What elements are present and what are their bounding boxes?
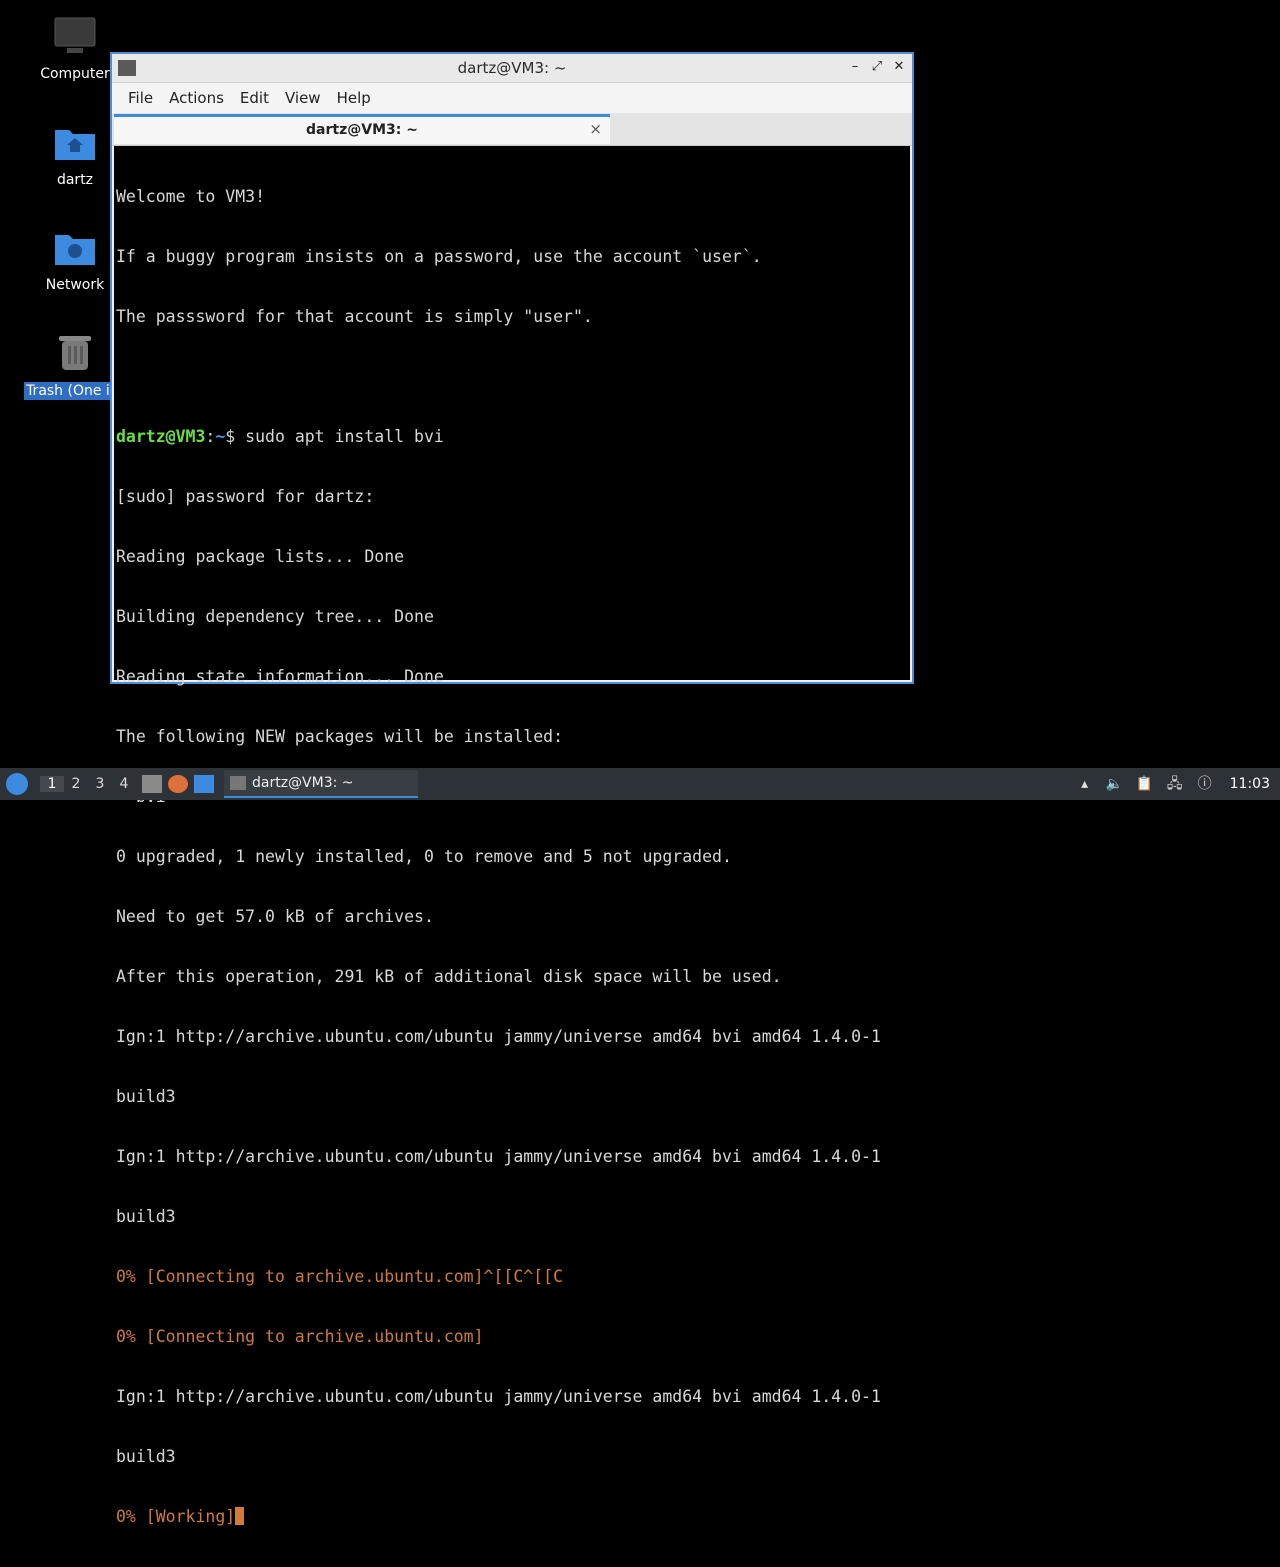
terminal-line: Building dependency tree... Done (116, 607, 434, 626)
menu-file[interactable]: File (120, 89, 161, 107)
terminal-window: dartz@VM3: ~ – ⤢ ✕ File Actions Edit Vie… (110, 52, 914, 1526)
clock[interactable]: 11:03 (1230, 776, 1270, 792)
close-icon[interactable]: ✕ (890, 58, 908, 76)
progress-line: 0% [Connecting to archive.ubuntu.com]^[[… (116, 1267, 564, 1286)
volume-icon[interactable]: 🔈 (1106, 775, 1124, 793)
prompt-path: ~ (215, 427, 226, 446)
terminal-line: Ign:1 http://archive.ubuntu.com/ubuntu j… (116, 1147, 881, 1166)
terminal-line: Reading package lists... Done (116, 547, 405, 566)
terminal-task-icon (230, 776, 246, 790)
terminal-line: build3 (116, 1447, 176, 1466)
progress-working: 0% [Working] (116, 1507, 236, 1526)
taskbar-task-terminal[interactable]: dartz@VM3: ~ (224, 770, 418, 798)
terminal-line: Need to get 57.0 kB of archives. (116, 907, 434, 926)
progress-working-line: 0% [Working] (116, 1507, 910, 1527)
menu-help[interactable]: Help (329, 89, 379, 107)
taskbar: 1 2 3 4 dartz@VM3: ~ ▴ 🔈 📋 🖧 ⓘ 11:03 (0, 768, 1280, 800)
desktop-icon[interactable] (194, 775, 214, 793)
firefox-icon[interactable] (168, 775, 188, 793)
terminal-line: Welcome to VM3! (116, 187, 266, 206)
update-notifier-icon[interactable]: ⓘ (1196, 775, 1214, 793)
home-folder-icon (55, 130, 95, 160)
terminal-line: 0 upgraded, 1 newly installed, 0 to remo… (116, 847, 732, 866)
workspace-1[interactable]: 1 (40, 776, 64, 792)
tray-up-arrow-icon[interactable]: ▴ (1076, 775, 1094, 793)
workspace-2[interactable]: 2 (64, 776, 88, 792)
window-titlebar[interactable]: dartz@VM3: ~ – ⤢ ✕ (112, 54, 912, 83)
trash-icon (59, 336, 91, 370)
menu-view[interactable]: View (277, 89, 329, 107)
progress-line: 0% [Connecting to archive.ubuntu.com] (116, 1327, 484, 1346)
terminal-line: Ign:1 http://archive.ubuntu.com/ubuntu j… (116, 1027, 881, 1046)
minimize-icon[interactable]: – (846, 58, 864, 76)
terminal-line: Reading state information... Done (116, 667, 444, 686)
terminal-cursor (235, 1507, 245, 1525)
prompt-line: dartz@VM3:~$ sudo apt install bvi (116, 427, 444, 446)
terminal-line: If a buggy program insists on a password… (116, 247, 762, 266)
tab-close-icon[interactable]: × (589, 120, 602, 138)
menu-bar: File Actions Edit View Help (112, 83, 912, 113)
tab-label: dartz@VM3: ~ (306, 122, 418, 138)
network-icon[interactable]: 🖧 (1166, 775, 1184, 793)
terminal-line: After this operation, 291 kB of addition… (116, 967, 782, 986)
terminal-line: build3 (116, 1087, 176, 1106)
terminal-line: build3 (116, 1207, 176, 1226)
menu-edit[interactable]: Edit (232, 89, 277, 107)
task-label: dartz@VM3: ~ (252, 775, 354, 791)
terminal-line: [sudo] password for dartz: (116, 487, 375, 506)
terminal-line: Ign:1 http://archive.ubuntu.com/ubuntu j… (116, 1387, 881, 1406)
clipboard-icon[interactable]: 📋 (1136, 775, 1154, 793)
system-tray: ▴ 🔈 📋 🖧 ⓘ 11:03 (1076, 768, 1270, 800)
workspace-3[interactable]: 3 (88, 776, 112, 792)
prompt-user: dartz@VM3 (116, 427, 206, 446)
tab-terminal[interactable]: dartz@VM3: ~ × (114, 114, 610, 144)
maximize-icon[interactable]: ⤢ (868, 58, 886, 76)
terminal-output[interactable]: Welcome to VM3! If a buggy program insis… (114, 146, 910, 1526)
tab-strip: dartz@VM3: ~ × (112, 113, 912, 146)
workspace-4[interactable]: 4 (112, 776, 136, 792)
monitor-icon (54, 17, 96, 53)
terminal-line: The following NEW packages will be insta… (116, 727, 564, 746)
prompt-command: $ sudo apt install bvi (225, 427, 444, 446)
menu-actions[interactable]: Actions (161, 89, 232, 107)
network-folder-icon (55, 235, 95, 265)
window-title: dartz@VM3: ~ (457, 59, 567, 77)
start-menu-icon[interactable] (6, 773, 28, 795)
file-manager-icon[interactable] (142, 775, 162, 793)
terminal-line: The passsword for that account is simply… (116, 307, 593, 326)
